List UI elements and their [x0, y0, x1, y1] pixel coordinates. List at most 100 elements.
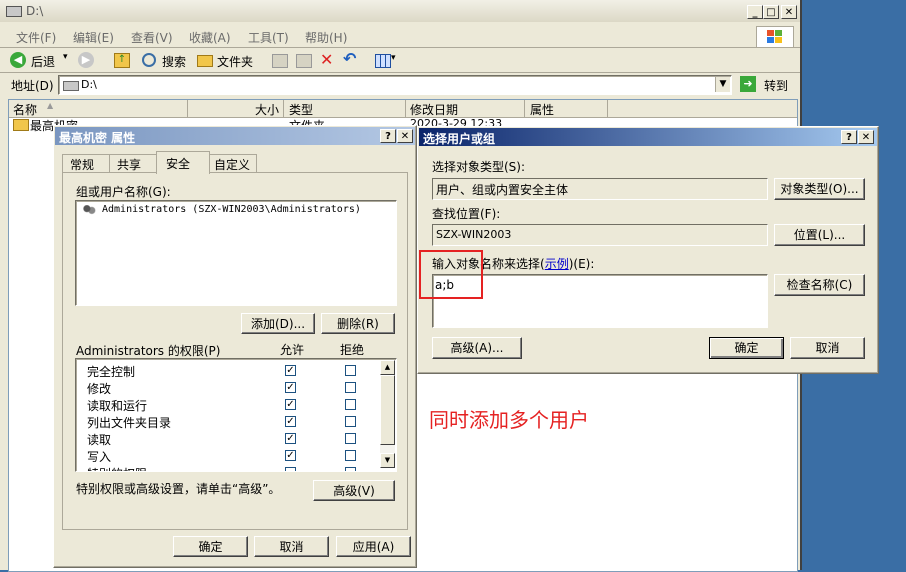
cancel-button[interactable]: 取消 — [254, 536, 329, 557]
object-type-field: 用户、组或内置安全主体 — [432, 178, 768, 200]
deny-checkbox[interactable] — [345, 365, 356, 376]
deny-checkbox[interactable] — [345, 433, 356, 444]
column-header: 名称 ▲ 大小 类型 修改日期 属性 — [9, 100, 797, 118]
delete-icon[interactable]: ✕ — [320, 50, 333, 69]
vertical-scrollbar[interactable]: ▲ ▼ — [380, 360, 395, 468]
menu-edit[interactable]: 编辑(E) — [73, 29, 114, 46]
column-name[interactable]: 名称 — [13, 101, 37, 118]
help-button[interactable]: ? — [841, 130, 857, 144]
deny-header: 拒绝 — [340, 343, 365, 357]
explorer-title: D:\ — [26, 4, 44, 18]
permission-name: 读取和运行 — [87, 399, 148, 413]
highlight-box — [419, 250, 483, 299]
permission-row: 读取 ✓ — [76, 430, 376, 447]
cancel-button[interactable]: 取消 — [790, 337, 865, 359]
folders-button[interactable]: 文件夹 — [197, 52, 259, 69]
user-group-icon — [82, 205, 96, 217]
location-label: 查找位置(F): — [432, 207, 501, 221]
allow-checkbox[interactable]: ✓ — [285, 382, 296, 393]
menu-help[interactable]: 帮助(H) — [305, 29, 347, 46]
allow-checkbox[interactable]: ✓ — [285, 433, 296, 444]
minimize-button[interactable]: _ — [747, 5, 763, 19]
tab-general[interactable]: 常规 — [62, 154, 110, 173]
search-button[interactable]: 搜索 — [142, 52, 190, 69]
allow-checkbox[interactable]: ✓ — [285, 416, 296, 427]
permission-row: 列出文件夹目录 ✓ — [76, 413, 376, 430]
close-button[interactable]: ✕ — [397, 129, 413, 143]
back-button[interactable]: ◀ 后退 ▾ — [10, 52, 72, 69]
permission-row: 完全控制 ✓ — [76, 362, 376, 379]
menu-tools[interactable]: 工具(T) — [248, 29, 289, 46]
add-button[interactable]: 添加(D)... — [241, 313, 315, 334]
advanced-button[interactable]: 高级(V) — [313, 480, 395, 501]
move-to-icon[interactable] — [272, 54, 288, 68]
tab-security[interactable]: 安全 — [156, 151, 210, 174]
help-button[interactable]: ? — [380, 129, 396, 143]
object-types-button[interactable]: 对象类型(O)... — [774, 178, 865, 200]
check-names-button[interactable]: 检查名称(C) — [774, 274, 865, 296]
deny-checkbox[interactable] — [345, 399, 356, 410]
annotation-text: 同时添加多个用户 — [429, 408, 589, 432]
search-icon — [142, 53, 156, 67]
menu-bar: 文件(F) 编辑(E) 查看(V) 收藏(A) 工具(T) 帮助(H) — [0, 25, 800, 48]
select-users-titlebar: 选择用户或组 ? ✕ — [419, 128, 877, 146]
permission-row: 写入 ✓ — [76, 447, 376, 464]
address-value: D:\ — [81, 78, 97, 91]
menu-favorites[interactable]: 收藏(A) — [189, 29, 231, 46]
copy-to-icon[interactable] — [296, 54, 312, 68]
forward-arrow-icon[interactable]: ▶ — [78, 52, 94, 68]
allow-header: 允许 — [280, 343, 305, 357]
views-icon[interactable] — [375, 54, 391, 68]
allow-checkbox[interactable] — [285, 467, 296, 471]
scroll-thumb[interactable] — [380, 375, 395, 445]
select-users-title: 选择用户或组 — [423, 132, 496, 146]
locations-button[interactable]: 位置(L)... — [774, 224, 865, 246]
menu-file[interactable]: 文件(F) — [16, 29, 56, 46]
advanced-button[interactable]: 高级(A)... — [432, 337, 522, 359]
scroll-down-button[interactable]: ▼ — [380, 453, 395, 468]
permission-name: 写入 — [87, 450, 112, 464]
scroll-up-button[interactable]: ▲ — [380, 360, 395, 375]
tab-sharing[interactable]: 共享 — [109, 154, 157, 173]
maximize-button[interactable]: □ — [763, 5, 779, 19]
deny-checkbox[interactable] — [345, 450, 356, 461]
column-size[interactable]: 大小 — [255, 101, 279, 118]
go-arrow-icon: ➜ — [740, 76, 756, 92]
list-item[interactable]: Administrators (SZX-WIN2003\Administrato… — [78, 203, 378, 219]
close-button[interactable]: ✕ — [858, 130, 874, 144]
properties-dialog: 最高机密 属性 ? ✕ 常规 共享 安全 自定义 组或用户名称(G): Admi… — [53, 125, 417, 568]
allow-checkbox[interactable]: ✓ — [285, 450, 296, 461]
explorer-titlebar: D:\ _ □ ✕ — [0, 0, 800, 22]
location-field: SZX-WIN2003 — [432, 224, 768, 246]
back-arrow-icon: ◀ — [10, 52, 26, 68]
column-attributes[interactable]: 属性 — [530, 101, 554, 118]
address-field[interactable]: D:\ ▼ — [58, 75, 732, 95]
up-folder-icon[interactable]: ↑ — [114, 53, 130, 68]
folder-icon — [197, 55, 213, 67]
ok-button[interactable]: 确定 — [173, 536, 248, 557]
deny-checkbox[interactable] — [345, 416, 356, 427]
examples-link[interactable]: 示例 — [545, 257, 569, 271]
user-list[interactable]: Administrators (SZX-WIN2003\Administrato… — [75, 200, 397, 306]
permission-list[interactable]: 完全控制 ✓ 修改 ✓ 读取和运行 ✓ 列出文件夹目录 ✓ 读取 ✓ 写入 ✓ 特别的权限 ▲ ▼ — [75, 358, 397, 472]
allow-checkbox[interactable]: ✓ — [285, 399, 296, 410]
ok-button[interactable]: 确定 — [709, 337, 784, 359]
remove-button[interactable]: 删除(R) — [321, 313, 395, 334]
drive-icon — [63, 81, 79, 91]
apply-button[interactable]: 应用(A) — [336, 536, 411, 557]
address-dropdown-button[interactable]: ▼ — [715, 77, 730, 92]
allow-checkbox[interactable]: ✓ — [285, 365, 296, 376]
column-date[interactable]: 修改日期 — [410, 101, 458, 118]
deny-checkbox[interactable] — [345, 467, 356, 471]
permission-name: 读取 — [87, 433, 112, 447]
tab-custom[interactable]: 自定义 — [209, 154, 257, 173]
permission-row: 读取和运行 ✓ — [76, 396, 376, 413]
deny-checkbox[interactable] — [345, 382, 356, 393]
undo-icon[interactable]: ↶ — [343, 49, 356, 68]
menu-view[interactable]: 查看(V) — [131, 29, 173, 46]
column-type[interactable]: 类型 — [289, 101, 313, 118]
go-button[interactable]: ➜ 转到 — [740, 75, 796, 95]
close-button[interactable]: ✕ — [781, 5, 797, 19]
permission-row: 修改 ✓ — [76, 379, 376, 396]
permission-row: 特别的权限 — [76, 464, 376, 471]
